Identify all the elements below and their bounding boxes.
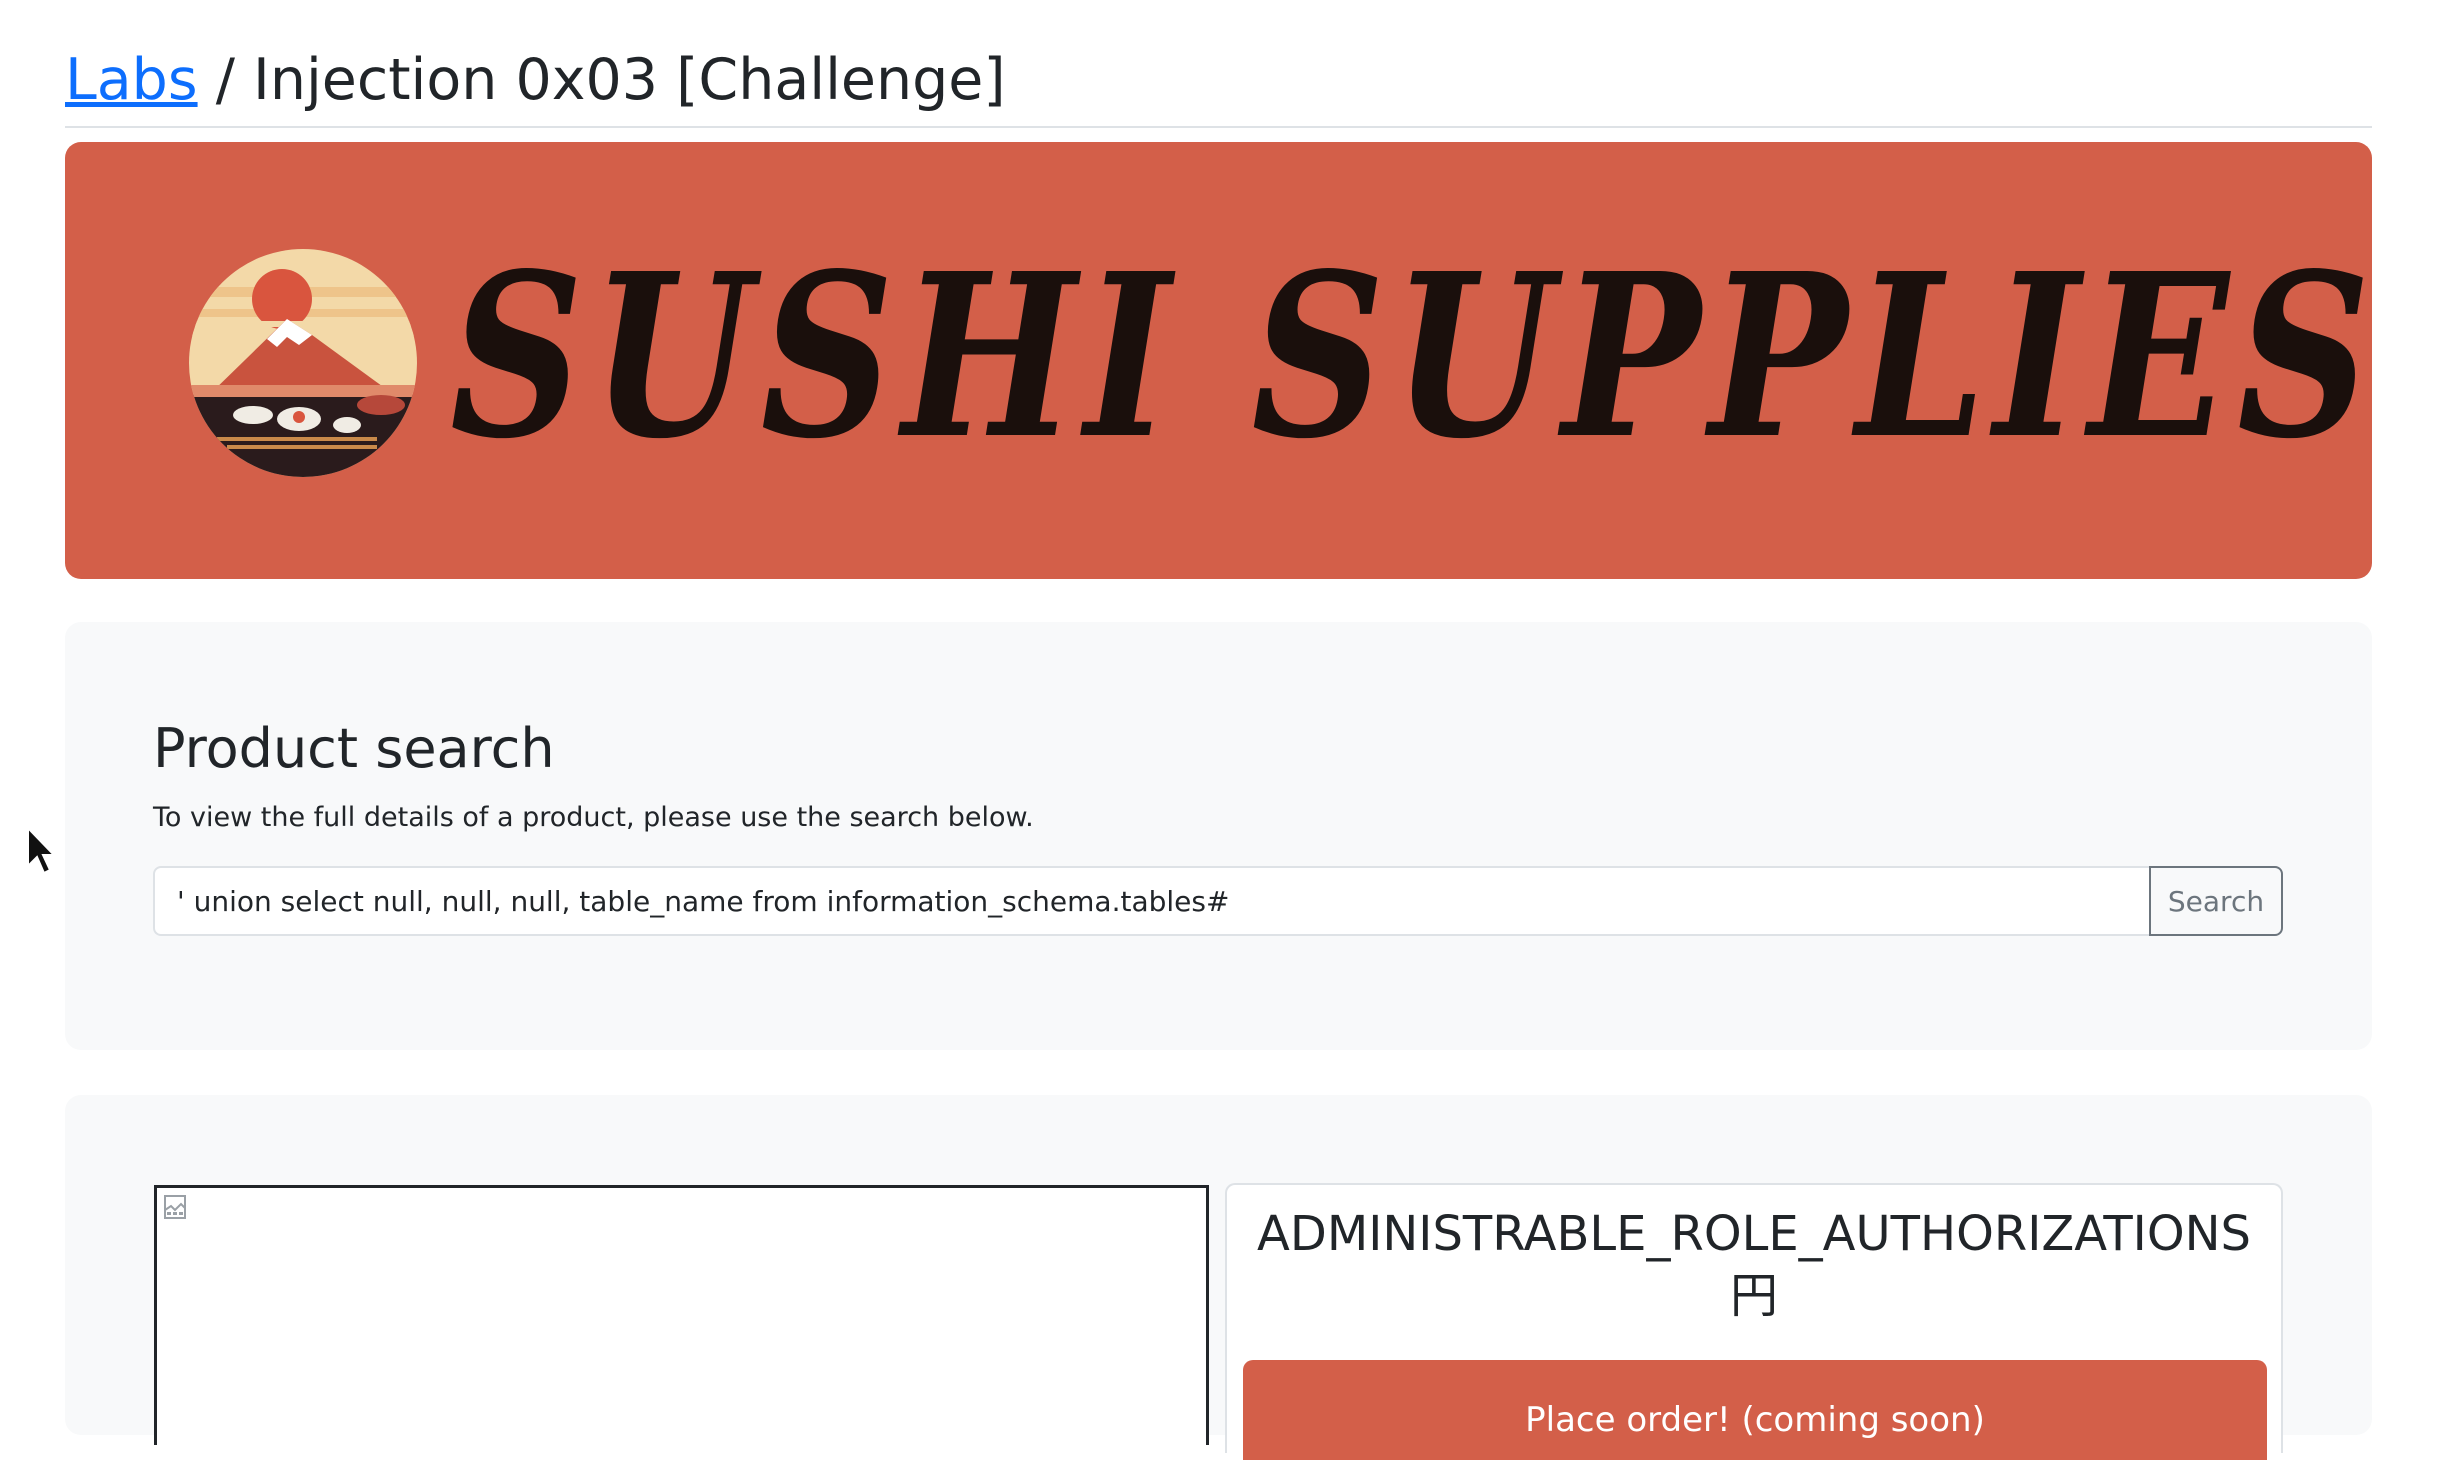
page-title: Injection 0x03 [Challenge] bbox=[253, 47, 1006, 113]
product-price: 円 bbox=[1729, 1268, 1778, 1324]
mouse-cursor-icon bbox=[27, 826, 56, 875]
search-heading: Product search bbox=[153, 717, 555, 780]
product-name: ADMINISTRABLE_ROLE_AUTHORIZATIONS 円 bbox=[1227, 1203, 2281, 1327]
product-image bbox=[154, 1185, 1209, 1445]
breadcrumb-separator: / bbox=[197, 47, 254, 113]
place-order-button[interactable]: Place order! (coming soon) bbox=[1243, 1360, 2267, 1460]
search-input-group: Search bbox=[153, 866, 2283, 936]
product-result-card: ADMINISTRABLE_ROLE_AUTHORIZATIONS 円 Plac… bbox=[65, 1095, 2372, 1460]
search-description: To view the full details of a product, p… bbox=[153, 802, 1034, 833]
broken-image-icon bbox=[164, 1195, 186, 1219]
product-details-panel: ADMINISTRABLE_ROLE_AUTHORIZATIONS 円 Plac… bbox=[1225, 1183, 2283, 1460]
search-button[interactable]: Search bbox=[2149, 866, 2283, 936]
site-banner: SUSHI SUPPLIES bbox=[65, 142, 2372, 579]
header-divider bbox=[65, 126, 2372, 128]
search-input[interactable] bbox=[153, 866, 2149, 936]
product-title: ADMINISTRABLE_ROLE_AUTHORIZATIONS bbox=[1257, 1206, 2251, 1262]
breadcrumb-labs-link[interactable]: Labs bbox=[65, 47, 198, 113]
product-search-card: Product search To view the full details … bbox=[65, 622, 2372, 1050]
brand-wordmark: SUSHI SUPPLIES bbox=[450, 225, 2372, 489]
breadcrumb: Labs / Injection 0x03 [Challenge] bbox=[65, 38, 1006, 122]
mount-fuji-sushi-logo-icon bbox=[189, 249, 417, 477]
